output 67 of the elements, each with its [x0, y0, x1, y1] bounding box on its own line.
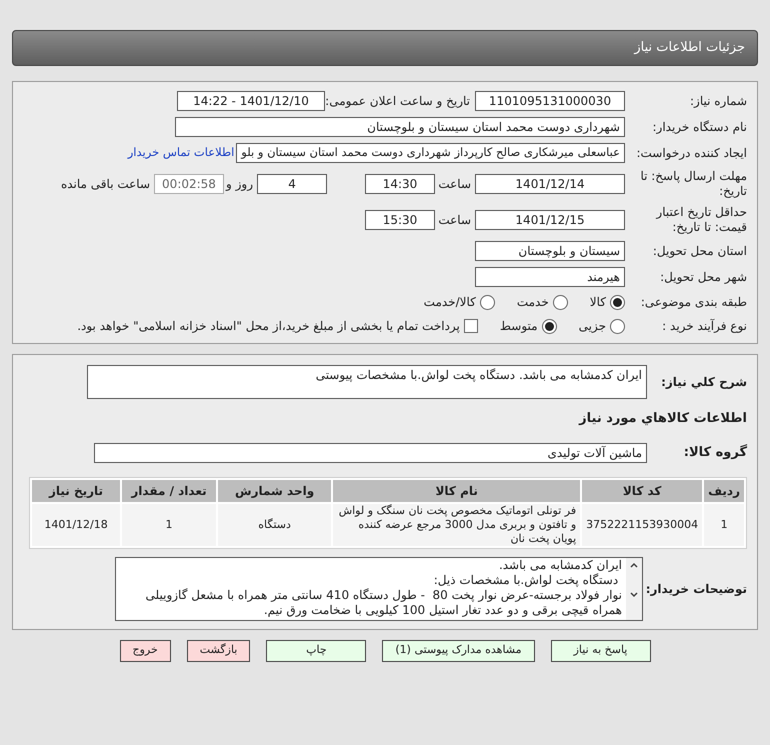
field-value: 1101095131000030 [475, 91, 625, 111]
radio-label: کالا [590, 294, 606, 311]
action-button[interactable]: مشاهده مدارک پیوستی (1) [382, 640, 534, 662]
table-cell: 3752221153930004 [582, 504, 702, 546]
header-bar: جزئیات اطلاعات نیاز [12, 30, 758, 66]
column-header: نام کالا [333, 480, 580, 502]
radio-button[interactable] [610, 318, 625, 334]
column-header: تاریخ نیاز [32, 480, 120, 502]
radio-label: کالا/خدمت [424, 294, 476, 311]
table-cell: 1401/12/18 [32, 504, 120, 546]
table-cell: دستگاه [218, 504, 332, 546]
field-value: ماشین آلات تولیدی [94, 442, 647, 462]
field-label: توضیحات خریدار: [644, 580, 747, 598]
field-value: 1401/12/15 [475, 210, 625, 230]
section-title: اطلاعات کالاهاي مورد نياز [578, 410, 747, 428]
action-button[interactable]: چاپ [266, 640, 366, 662]
column-header: ردیف [704, 480, 744, 502]
field-label: روز و [224, 176, 254, 192]
action-button[interactable]: خروج [120, 640, 171, 662]
remaining-time: 00:02:58 [154, 174, 224, 194]
field-label: شرح کلي نياز: [660, 374, 747, 391]
radio-button[interactable] [480, 294, 495, 310]
radio-label: متوسط [500, 318, 538, 335]
field-value: عباسعلی میرشکاری صالح کارپرداز شهرداری دوست محمد استان سیستان و بلو [236, 143, 625, 163]
field-label: استان محل تحویل: [652, 244, 747, 258]
field-value: شهرداری دوست محمد استان سیستان و بلوچستان [175, 117, 625, 137]
field-value: 1401/12/10 - 14:22 [177, 91, 325, 111]
radio-label: خدمت [516, 294, 549, 311]
radio-button[interactable] [542, 318, 557, 334]
scroll-up-icon[interactable] [630, 562, 638, 568]
field-label: طبقه بندی موضوعی: [640, 294, 747, 310]
field-value: سیستان و بلوچستان [475, 241, 625, 261]
checkbox-label: پرداخت تمام یا بخشی از مبلغ خرید،از محل "اسناد خزانه اسلامی" خواهد بود. [77, 318, 460, 335]
field-label: مهلت ارسال پاسخ: تا تاریخ: [639, 169, 747, 199]
radio-button[interactable] [552, 294, 568, 310]
field-label: شماره نیاز: [689, 94, 747, 108]
field-label: شهر محل تحویل: [659, 270, 747, 284]
field-label: گروه کالا: [682, 443, 747, 462]
checkbox[interactable] [464, 319, 478, 333]
radio-button[interactable] [610, 294, 625, 310]
action-button[interactable]: پاسخ به نیاز [550, 640, 650, 662]
column-header: واحد شمارش [218, 480, 332, 502]
table-cell: فر تونلی اتوماتیک مخصوص پخت نان سنگک و لواش و تافتون و بربری مدل 3000 مرجع عرضه کننده پویان پخت نان [333, 504, 580, 546]
column-header: تعداد / مقدار [122, 480, 216, 502]
field-value: 14:30 [365, 174, 435, 194]
table-cell: 1 [122, 504, 216, 546]
scroll-down-icon[interactable] [630, 592, 638, 598]
summary-field: ايران كدمشابه می باشد. دستگاه پخت لواش.با مشخصات پیوستی [87, 365, 647, 399]
buyer-notes-text: ایران کدمشابه می باشد. دستگاه پخت لواش.با مشخصات ذیل: نوار فولاد برجسته-عرض نوار پخت 80 - طول دستگاه 410 سانتی متر همراه با مشعل گازوییلی همراه قیچی برقی و دو عدد تغار استیل 100 کیلویی با ضخامت ورق نیم. [144, 558, 623, 619]
column-header: کد کالا [582, 480, 702, 502]
field-label: تاریخ و ساعت اعلان عمومی: [325, 94, 471, 108]
field-value: 4 [257, 174, 327, 194]
buyer-contact-link[interactable]: اطلاعات تماس خریدار [128, 144, 234, 162]
field-label: نام دستگاه خریدار: [652, 120, 747, 134]
field-label: ساعت [437, 176, 472, 192]
field-label: ساعت باقی مانده [60, 176, 151, 192]
field-value: 15:30 [365, 210, 435, 230]
field-value: 1401/12/14 [475, 174, 625, 194]
radio-label: جزیی [578, 318, 606, 335]
field-label: ساعت [437, 212, 472, 228]
field-value: هیرمند [475, 267, 625, 287]
scrollbar[interactable] [626, 558, 642, 620]
table-cell: 1 [704, 504, 744, 546]
action-button[interactable]: بازگشت [186, 640, 250, 662]
field-label: ایجاد کننده درخواست: [635, 146, 747, 160]
field-label: نوع فرآیند خرید : [661, 318, 747, 334]
field-label: حداقل تاریخ اعتبار قیمت: تا تاریخ: [654, 205, 747, 235]
